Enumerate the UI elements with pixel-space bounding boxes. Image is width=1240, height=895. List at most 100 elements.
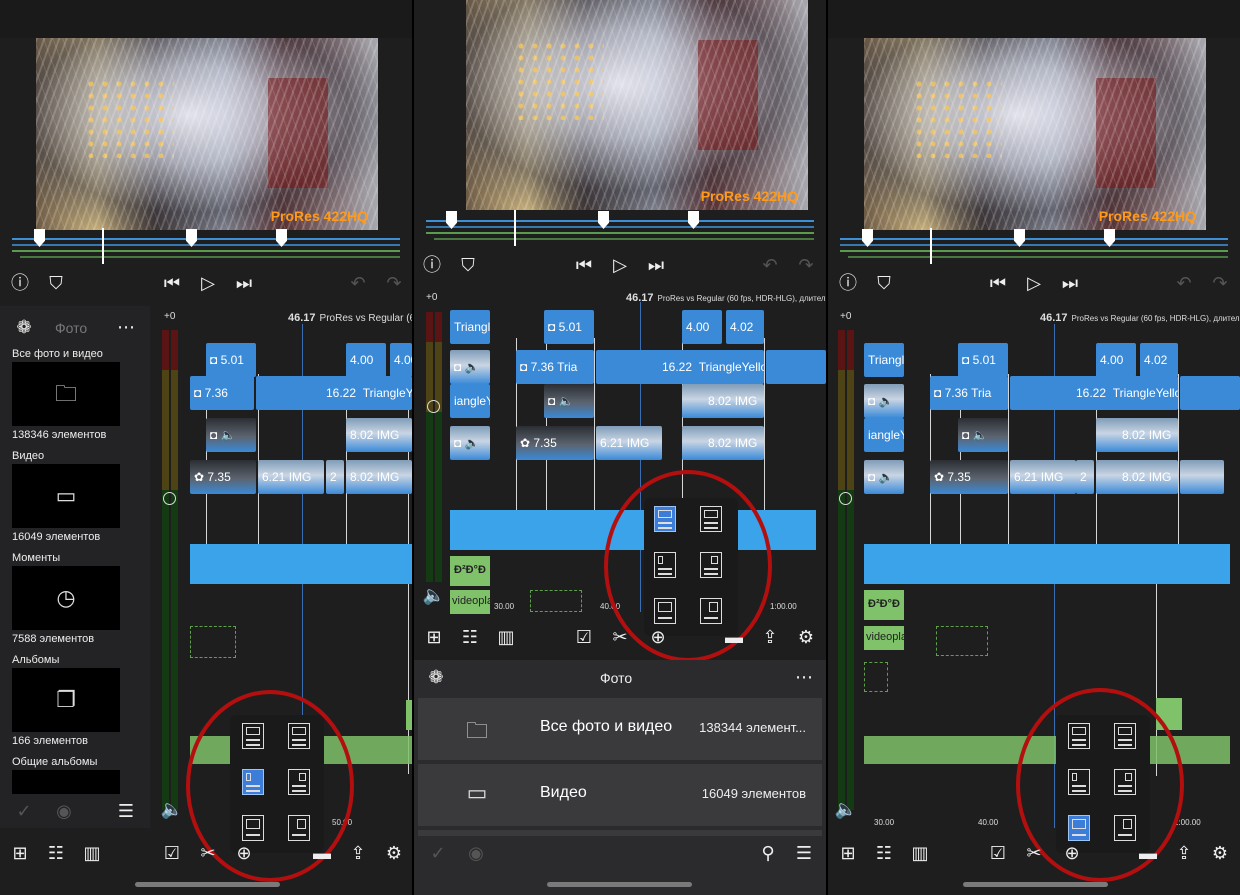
tracks-icon[interactable]: ▥ — [908, 842, 932, 866]
shared-albums-tile[interactable] — [12, 770, 120, 794]
audio-placeholder[interactable] — [530, 590, 582, 612]
play-icon[interactable]: ▷ — [196, 272, 220, 296]
volume-icon[interactable]: 🔈 — [834, 798, 858, 822]
clip[interactable]: ◘ 🔈 — [450, 350, 490, 384]
list-icon[interactable]: ☰ — [792, 842, 816, 866]
clip[interactable]: 6.21 IMG — [596, 426, 662, 460]
add-media-icon[interactable]: ⊞ — [422, 626, 446, 650]
video-preview[interactable]: ProRes 422HQ — [466, 0, 808, 210]
info-icon[interactable]: ⓘ — [8, 272, 32, 296]
scrubber[interactable] — [840, 228, 1230, 268]
add-marker-icon[interactable]: ⛉ — [872, 272, 896, 296]
clip[interactable]: 4.02 — [726, 310, 764, 344]
clip[interactable] — [1180, 460, 1224, 494]
record-icon[interactable]: ◉ — [464, 842, 488, 866]
clip[interactable]: ◘ 🔈 — [958, 418, 1008, 452]
share-icon[interactable]: ⇪ — [346, 842, 370, 866]
scrubber[interactable] — [426, 210, 816, 250]
list-view-icon[interactable]: ☷ — [44, 842, 68, 866]
clip[interactable]: 16.22 TriangleYello — [596, 350, 764, 384]
clip[interactable]: 2 — [1076, 460, 1094, 494]
add-icon[interactable]: ⊕ — [1060, 842, 1084, 866]
clip[interactable]: iangleYel — [864, 418, 904, 452]
clip[interactable]: ◘ 🔈 — [864, 384, 904, 418]
clip[interactable]: ◘ 🔈 — [206, 418, 256, 452]
clip[interactable]: 8.02 IMG — [346, 418, 412, 452]
clip[interactable]: ◘ 7.36 Tria — [516, 350, 594, 384]
check-circle-icon[interactable]: ✓ — [426, 842, 450, 866]
clip[interactable]: ✿ 7.35 — [190, 460, 256, 494]
clip[interactable]: 8.02 IMG — [346, 460, 412, 494]
list-view-icon[interactable]: ☷ — [458, 626, 482, 650]
clip[interactable]: 8.02 IMG — [682, 426, 764, 460]
clip[interactable]: 4.00 — [346, 343, 386, 377]
video-preview[interactable]: ProRes 422HQ — [36, 38, 378, 230]
tracks-icon[interactable]: ▥ — [494, 626, 518, 650]
crop-icon[interactable]: ▬ — [310, 842, 334, 866]
scrubber[interactable] — [12, 228, 402, 268]
add-marker-icon[interactable]: ⛉ — [44, 272, 68, 296]
clip[interactable]: ✿ 7.35 — [930, 460, 1008, 494]
scissors-icon[interactable]: ✂ — [1022, 842, 1046, 866]
share-icon[interactable]: ⇪ — [758, 626, 782, 650]
checkbox-icon[interactable]: ☑ — [572, 626, 596, 650]
info-icon[interactable]: ⓘ — [836, 272, 860, 296]
search-icon[interactable]: ⚲ — [756, 842, 780, 866]
list-icon[interactable]: ☰ — [114, 800, 138, 824]
clip[interactable]: 4.02 — [1140, 343, 1178, 377]
play-icon[interactable]: ▷ — [608, 254, 632, 278]
audio-track[interactable] — [864, 544, 1230, 584]
project-icon[interactable]: ❁ — [424, 666, 448, 690]
tracks-icon[interactable]: ▥ — [80, 842, 104, 866]
clip[interactable]: iangleYel — [450, 384, 490, 418]
undo-icon[interactable]: ↶ — [346, 272, 370, 296]
audio-placeholder[interactable] — [864, 662, 888, 692]
clip[interactable]: ◘ 🔈 — [864, 460, 904, 494]
volume-icon[interactable]: 🔈 — [422, 584, 446, 608]
checkbox-icon[interactable]: ☑ — [986, 842, 1010, 866]
video-clip[interactable]: videopla — [450, 590, 493, 614]
clip[interactable]: ◘ 7.36 Tria — [930, 376, 1008, 410]
audio-placeholder[interactable] — [190, 626, 236, 658]
clip[interactable]: ✿ 7.35 — [516, 426, 594, 460]
audio-placeholder[interactable] — [936, 626, 988, 656]
albums-tile[interactable]: ❐ — [12, 668, 120, 732]
volume-icon[interactable]: 🔈 — [160, 798, 184, 822]
settings-icon[interactable]: ⚙ — [382, 842, 406, 866]
more-icon[interactable]: ⋯ — [792, 666, 816, 690]
settings-icon[interactable]: ⚙ — [794, 626, 818, 650]
clip[interactable]: ◘ 5.01 — [206, 343, 256, 377]
add-media-icon[interactable]: ⊞ — [8, 842, 32, 866]
clip[interactable]: ◘ 🔈 — [544, 384, 594, 418]
clip[interactable]: 6.21 IMG — [1010, 460, 1076, 494]
playhead[interactable] — [930, 228, 932, 264]
video-clip[interactable]: videopla — [864, 626, 907, 650]
clip[interactable]: 4.00 — [682, 310, 722, 344]
clip[interactable]: Triangl — [864, 343, 904, 377]
info-icon[interactable]: ⓘ — [420, 254, 444, 278]
video-tile[interactable]: ▭ — [12, 464, 120, 528]
clip[interactable]: ◘ 5.01 — [958, 343, 1008, 377]
clip[interactable]: Triangl — [450, 310, 490, 344]
audio-clip[interactable]: Ð²Ð°Ð — [864, 590, 904, 620]
add-icon[interactable]: ⊕ — [646, 626, 670, 650]
record-icon[interactable]: ◉ — [52, 800, 76, 824]
add-media-icon[interactable]: ⊞ — [836, 842, 860, 866]
undo-icon[interactable]: ↶ — [758, 254, 782, 278]
audio-clip[interactable]: Ð²Ð°Ð — [450, 556, 490, 586]
moments-tile[interactable]: ◷ — [12, 566, 120, 630]
skip-forward-icon[interactable]: ⏭ — [1058, 272, 1082, 296]
clip[interactable]: ◘ 7.36 — [190, 376, 254, 410]
clip[interactable]: 6.21 IMG — [258, 460, 324, 494]
play-icon[interactable]: ▷ — [1022, 272, 1046, 296]
skip-back-icon[interactable]: ⏮ — [160, 272, 184, 296]
all-photos-tile[interactable]: 🗀 — [12, 362, 120, 426]
project-icon[interactable]: ❁ — [12, 316, 36, 340]
check-circle-icon[interactable]: ✓ — [12, 800, 36, 824]
clip[interactable] — [766, 350, 826, 384]
clip[interactable]: 2 — [326, 460, 344, 494]
add-marker-icon[interactable]: ⛉ — [456, 254, 480, 278]
clip[interactable]: ◘ 5.01 — [544, 310, 594, 344]
crop-icon[interactable]: ▬ — [1136, 842, 1160, 866]
crop-icon[interactable]: ▬ — [722, 626, 746, 650]
